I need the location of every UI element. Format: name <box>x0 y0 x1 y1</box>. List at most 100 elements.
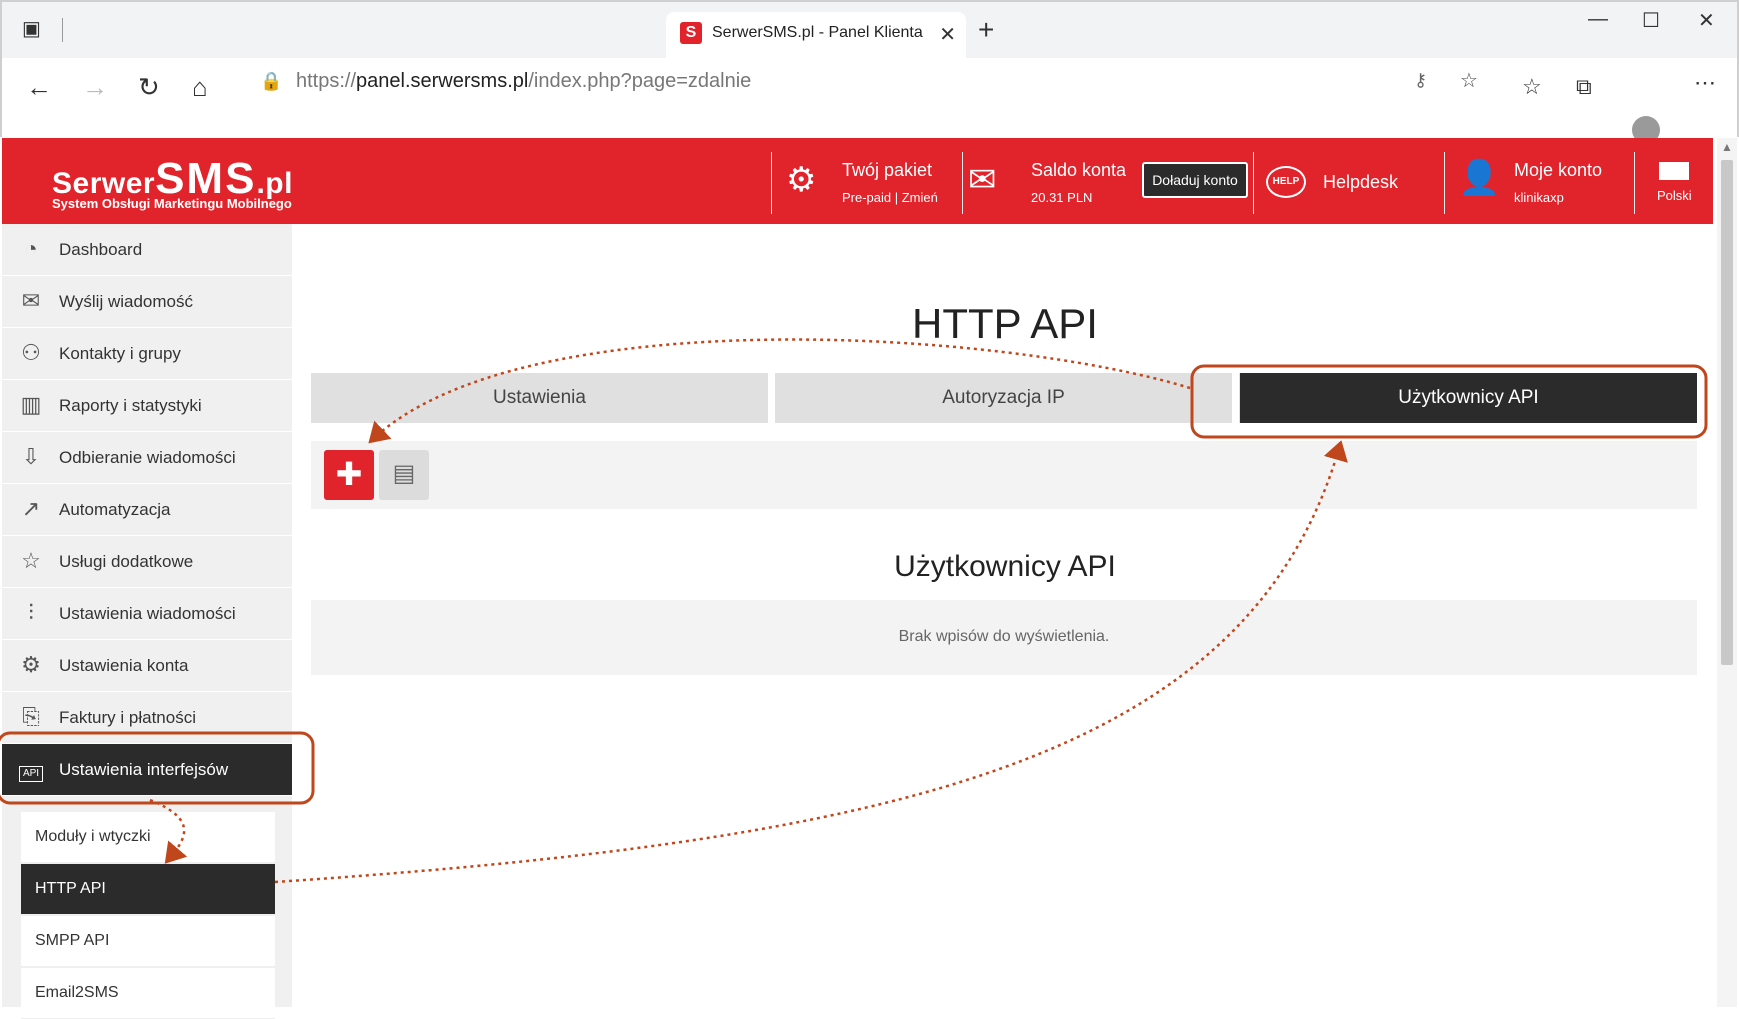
browser-tab[interactable]: S SerwerSMS.pl - Panel Klienta ✕ <box>666 12 966 58</box>
sidebar-item-interfaces[interactable]: API Ustawienia interfejsów <box>2 744 292 796</box>
new-tab-button[interactable]: + <box>978 14 994 46</box>
minimize-icon[interactable]: — <box>1588 8 1608 31</box>
home-icon[interactable]: ⌂ <box>192 72 208 103</box>
gear-icon: ⚙ <box>21 652 41 677</box>
flag-pl-icon[interactable] <box>1659 162 1689 180</box>
header-divider <box>771 152 772 214</box>
sidebar-item-label: Usługi dodatkowe <box>59 552 194 571</box>
key-icon[interactable]: ⚷ <box>1414 70 1427 91</box>
subitem-label: Moduły i wtyczki <box>35 828 151 845</box>
sidebar-item-label: Kontakty i grupy <box>59 344 181 363</box>
url-scheme: https:// <box>296 70 357 92</box>
sidebar-item-label: Odbieranie wiadomości <box>59 448 236 467</box>
sidebar-item-automation[interactable]: ↗ Automatyzacja <box>2 484 292 536</box>
lock-icon: 🔒 <box>260 71 283 91</box>
topup-button[interactable]: Doładuj konto <box>1142 162 1248 198</box>
account-title[interactable]: Moje konto <box>1514 160 1602 181</box>
sidebar-item-send-message[interactable]: ✉ Wyślij wiadomość <box>2 276 292 328</box>
scrollbar[interactable]: ▲ <box>1717 138 1737 1007</box>
subitem-smpp-api[interactable]: SMPP API <box>21 916 275 967</box>
scroll-up-icon[interactable]: ▲ <box>1721 140 1733 154</box>
header-divider <box>1444 152 1445 214</box>
sidebar-item-contacts[interactable]: ⚇ Kontakty i grupy <box>2 328 292 380</box>
package-gear-icon: ⚙ <box>786 161 817 199</box>
more-icon[interactable]: ⋯ <box>1694 70 1716 96</box>
sidebar-item-label: Dashboard <box>59 240 143 259</box>
helpdesk-link[interactable]: Helpdesk <box>1323 172 1398 193</box>
api-icon: API <box>16 756 46 782</box>
subitem-modules[interactable]: Moduły i wtyczki <box>21 812 275 863</box>
window-menu-icon[interactable]: ▣ <box>22 16 41 41</box>
dashboard-icon: ◔ <box>24 236 38 261</box>
page-title: HTTP API <box>912 300 1098 347</box>
package-sub[interactable]: Pre-paid | Zmień <box>842 190 938 205</box>
tab-close-icon[interactable]: ✕ <box>939 22 956 47</box>
favorites-icon[interactable]: ☆ <box>1522 74 1542 100</box>
help-bubble-icon: HELP <box>1266 166 1306 198</box>
reload-icon[interactable]: ↻ <box>138 72 160 103</box>
browser-window: ▣ S SerwerSMS.pl - Panel Klienta ✕ + — ☐… <box>0 0 1739 144</box>
url-path: /index.php?page=zdalnie <box>528 70 752 92</box>
header-divider <box>1634 152 1635 214</box>
header-divider <box>962 152 963 214</box>
app-header: SerwerSMS.pl System Obsługi Marketingu M… <box>2 138 1713 224</box>
tab-separator <box>62 18 63 42</box>
sidebar-item-label: Wyślij wiadomość <box>59 292 193 311</box>
sidebar-item-label: Ustawienia interfejsów <box>59 760 229 779</box>
subitem-label: Email2SMS <box>35 984 119 1001</box>
tab-ip-authorization[interactable]: Autoryzacja IP <box>775 373 1232 423</box>
automation-icon: ↗ <box>21 496 41 521</box>
favorite-add-icon[interactable]: ☆ <box>1460 68 1478 93</box>
language-label[interactable]: Polski <box>1657 188 1692 203</box>
logo-subtitle: System Obsługi Marketingu Mobilnego <box>52 196 292 211</box>
url-host: panel.serwersms.pl <box>356 70 529 92</box>
tab-title: SerwerSMS.pl - Panel Klienta <box>712 24 923 41</box>
tab-settings[interactable]: Ustawienia <box>311 373 768 423</box>
account-user: klinikaxp <box>1514 190 1564 205</box>
inbox-icon: ⇩ <box>21 444 41 469</box>
back-icon[interactable]: ← <box>26 72 52 103</box>
document-icon[interactable]: ▤ <box>379 450 429 500</box>
envelope-icon: ✉ <box>21 288 41 313</box>
sidebar-item-dashboard[interactable]: ◔ Dashboard <box>2 224 292 276</box>
user-icon: 👤 <box>1458 159 1501 197</box>
sidebar-item-label: Ustawienia konta <box>59 656 189 675</box>
subitem-http-api[interactable]: HTTP API <box>21 864 275 915</box>
tab-api-users[interactable]: Użytkownicy API <box>1240 373 1697 423</box>
subitem-label: HTTP API <box>35 880 106 897</box>
tab-strip: ▣ S SerwerSMS.pl - Panel Klienta ✕ + — ☐… <box>2 2 1737 58</box>
address-row: ← → ↻ ⌂ 🔒 https://panel.serwersms.pl/ind… <box>2 58 1737 144</box>
sidebar-item-message-settings[interactable]: ⫶ Ustawienia wiadomości <box>2 588 292 640</box>
collections-icon[interactable]: ⧉ <box>1576 74 1592 100</box>
sidebar-item-reports[interactable]: ▥ Raporty i statystyki <box>2 380 292 432</box>
star-icon: ☆ <box>21 548 41 573</box>
scrollbar-thumb[interactable] <box>1721 160 1733 665</box>
sliders-icon: ⫶ <box>28 600 34 625</box>
subitem-email2sms[interactable]: Email2SMS <box>21 968 275 1019</box>
api-badge: API <box>18 766 44 782</box>
package-title[interactable]: Twój pakiet <box>842 160 932 181</box>
sidebar-item-invoices[interactable]: ⎘ Faktury i płatności <box>2 692 292 744</box>
sidebar-item-label: Raporty i statystyki <box>59 396 202 415</box>
sidebar-item-label: Faktury i płatności <box>59 708 196 727</box>
section-title: Użytkownicy API <box>894 550 1116 583</box>
contacts-icon: ⚇ <box>21 340 41 365</box>
url-text[interactable]: https://panel.serwersms.pl/index.php?pag… <box>296 70 751 93</box>
sidebar-item-extra-services[interactable]: ☆ Usługi dodatkowe <box>2 536 292 588</box>
sidebar-item-account-settings[interactable]: ⚙ Ustawienia konta <box>2 640 292 692</box>
sidebar-item-inbox[interactable]: ⇩ Odbieranie wiadomości <box>2 432 292 484</box>
maximize-icon[interactable]: ☐ <box>1642 8 1660 33</box>
invoice-icon: ⎘ <box>22 704 40 729</box>
add-user-button[interactable]: ✚ <box>324 450 374 500</box>
header-divider <box>1253 152 1254 214</box>
sidebar: ◔ Dashboard ✉ Wyślij wiadomość ⚇ Kontakty i… <box>2 224 292 1019</box>
close-window-icon[interactable]: ✕ <box>1698 8 1715 33</box>
address-bar[interactable]: 🔒 https://panel.serwersms.pl/index.php?p… <box>242 62 1478 102</box>
forward-icon[interactable]: → <box>82 72 108 103</box>
balance-title: Saldo konta <box>1031 160 1127 180</box>
chart-icon: ▥ <box>20 392 42 417</box>
favicon-icon: S <box>680 22 702 44</box>
sidebar-item-label: Ustawienia wiadomości <box>59 604 236 623</box>
empty-table: Brak wpisów do wyświetlenia. <box>311 600 1697 675</box>
subitem-label: SMPP API <box>35 932 110 949</box>
